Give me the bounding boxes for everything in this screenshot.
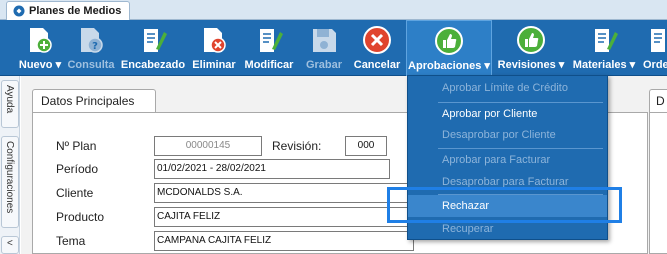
revision-label: Revisión: xyxy=(272,139,322,153)
ordenes-button-label: Orde xyxy=(643,59,667,71)
more-side-tab-label: < xyxy=(7,238,13,249)
app-tab-icon xyxy=(13,5,25,17)
modify-document-icon xyxy=(260,29,283,52)
grabar-button-label: Grabar xyxy=(305,59,343,71)
ordenes-button[interactable]: Orde xyxy=(640,20,667,76)
cliente-label: Cliente xyxy=(56,186,94,200)
producto-field[interactable]: CAJITA FELIZ xyxy=(154,207,414,227)
thumbs-up-icon xyxy=(435,27,463,55)
revisiones-button[interactable]: Revisiones ▾ xyxy=(494,20,568,76)
grabar-button[interactable]: Grabar xyxy=(302,20,346,76)
datos-principales-tab[interactable]: Datos Principales xyxy=(32,89,156,113)
materials-icon xyxy=(595,29,618,52)
tema-label: Tema xyxy=(56,234,86,248)
modificar-button[interactable]: Modificar xyxy=(241,20,297,76)
edit-header-icon xyxy=(144,29,167,52)
document-tab-strip: Planes de Medios xyxy=(0,0,667,20)
configuraciones-side-tab[interactable]: Configuraciones xyxy=(1,136,19,228)
tema-field[interactable]: CAMPANA CAJITA FELIZ xyxy=(154,231,414,251)
materiales-button-label: Materiales ▾ xyxy=(572,59,636,71)
side-tab-bar: Ayuda Configuraciones < xyxy=(0,76,20,254)
eliminar-button[interactable]: Eliminar xyxy=(189,20,239,76)
thumbs-up-icon xyxy=(517,26,545,54)
plan-field[interactable]: 00000145 xyxy=(154,136,262,156)
orders-icon xyxy=(651,29,665,52)
cancel-icon xyxy=(363,26,391,54)
encabezado-button[interactable]: Encabezado xyxy=(120,20,186,76)
cliente-field[interactable]: MCDONALDS S.A. xyxy=(154,183,414,203)
materiales-button[interactable]: Materiales ▾ xyxy=(570,20,638,76)
main-toolbar: Nuevo ▾ ? Consulta Encabezado Eliminar M… xyxy=(0,20,667,76)
menu-item-desaprobar-por-cliente[interactable]: Desaprobar por Cliente xyxy=(408,124,607,146)
menu-item-aprobar-para-facturar[interactable]: Aprobar para Facturar xyxy=(408,149,607,171)
modificar-button-label: Modificar xyxy=(244,59,294,71)
more-side-tab[interactable]: < xyxy=(1,236,19,254)
encabezado-button-label: Encabezado xyxy=(120,59,186,71)
rechazar-highlight-box xyxy=(387,187,622,223)
aprobaciones-button[interactable]: Aprobaciones ▾ xyxy=(406,20,492,76)
producto-label: Producto xyxy=(56,210,105,224)
periodo-label: Período xyxy=(56,162,99,176)
save-disk-icon xyxy=(313,29,336,52)
cancelar-button[interactable]: Cancelar xyxy=(352,20,402,76)
planes-de-medios-tab[interactable]: Planes de Medios xyxy=(6,1,131,20)
eliminar-button-label: Eliminar xyxy=(192,59,236,71)
right-panel xyxy=(649,112,667,254)
svg-text:?: ? xyxy=(92,41,98,52)
consulta-button[interactable]: ? Consulta xyxy=(66,20,116,76)
plan-label: Nº Plan xyxy=(56,139,97,153)
query-document-icon: ? xyxy=(81,28,103,53)
cancelar-button-label: Cancelar xyxy=(353,59,401,71)
delete-document-icon xyxy=(204,28,226,53)
nuevo-button-label: Nuevo ▾ xyxy=(18,59,62,71)
ayuda-side-tab[interactable]: Ayuda xyxy=(1,80,19,128)
menu-item-aprobar-por-cliente[interactable]: Aprobar por Cliente xyxy=(408,103,607,125)
right-panel-tab[interactable]: D xyxy=(649,89,667,113)
revision-field[interactable]: 000 xyxy=(345,136,387,156)
revisiones-button-label: Revisiones ▾ xyxy=(497,59,565,71)
menu-item-aprobar-limite-credito[interactable]: Aprobar Límite de Crédito xyxy=(408,77,607,99)
configuraciones-side-tab-label: Configuraciones xyxy=(4,141,15,214)
new-document-icon xyxy=(30,28,52,53)
ayuda-side-tab-label: Ayuda xyxy=(4,85,15,114)
nuevo-button[interactable]: Nuevo ▾ xyxy=(14,20,66,76)
consulta-button-label: Consulta xyxy=(67,59,115,71)
aprobaciones-button-label: Aprobaciones ▾ xyxy=(408,60,490,72)
periodo-field[interactable]: 01/02/2021 - 28/02/2021 xyxy=(154,159,390,179)
planes-de-medios-tab-label: Planes de Medios xyxy=(29,5,122,17)
